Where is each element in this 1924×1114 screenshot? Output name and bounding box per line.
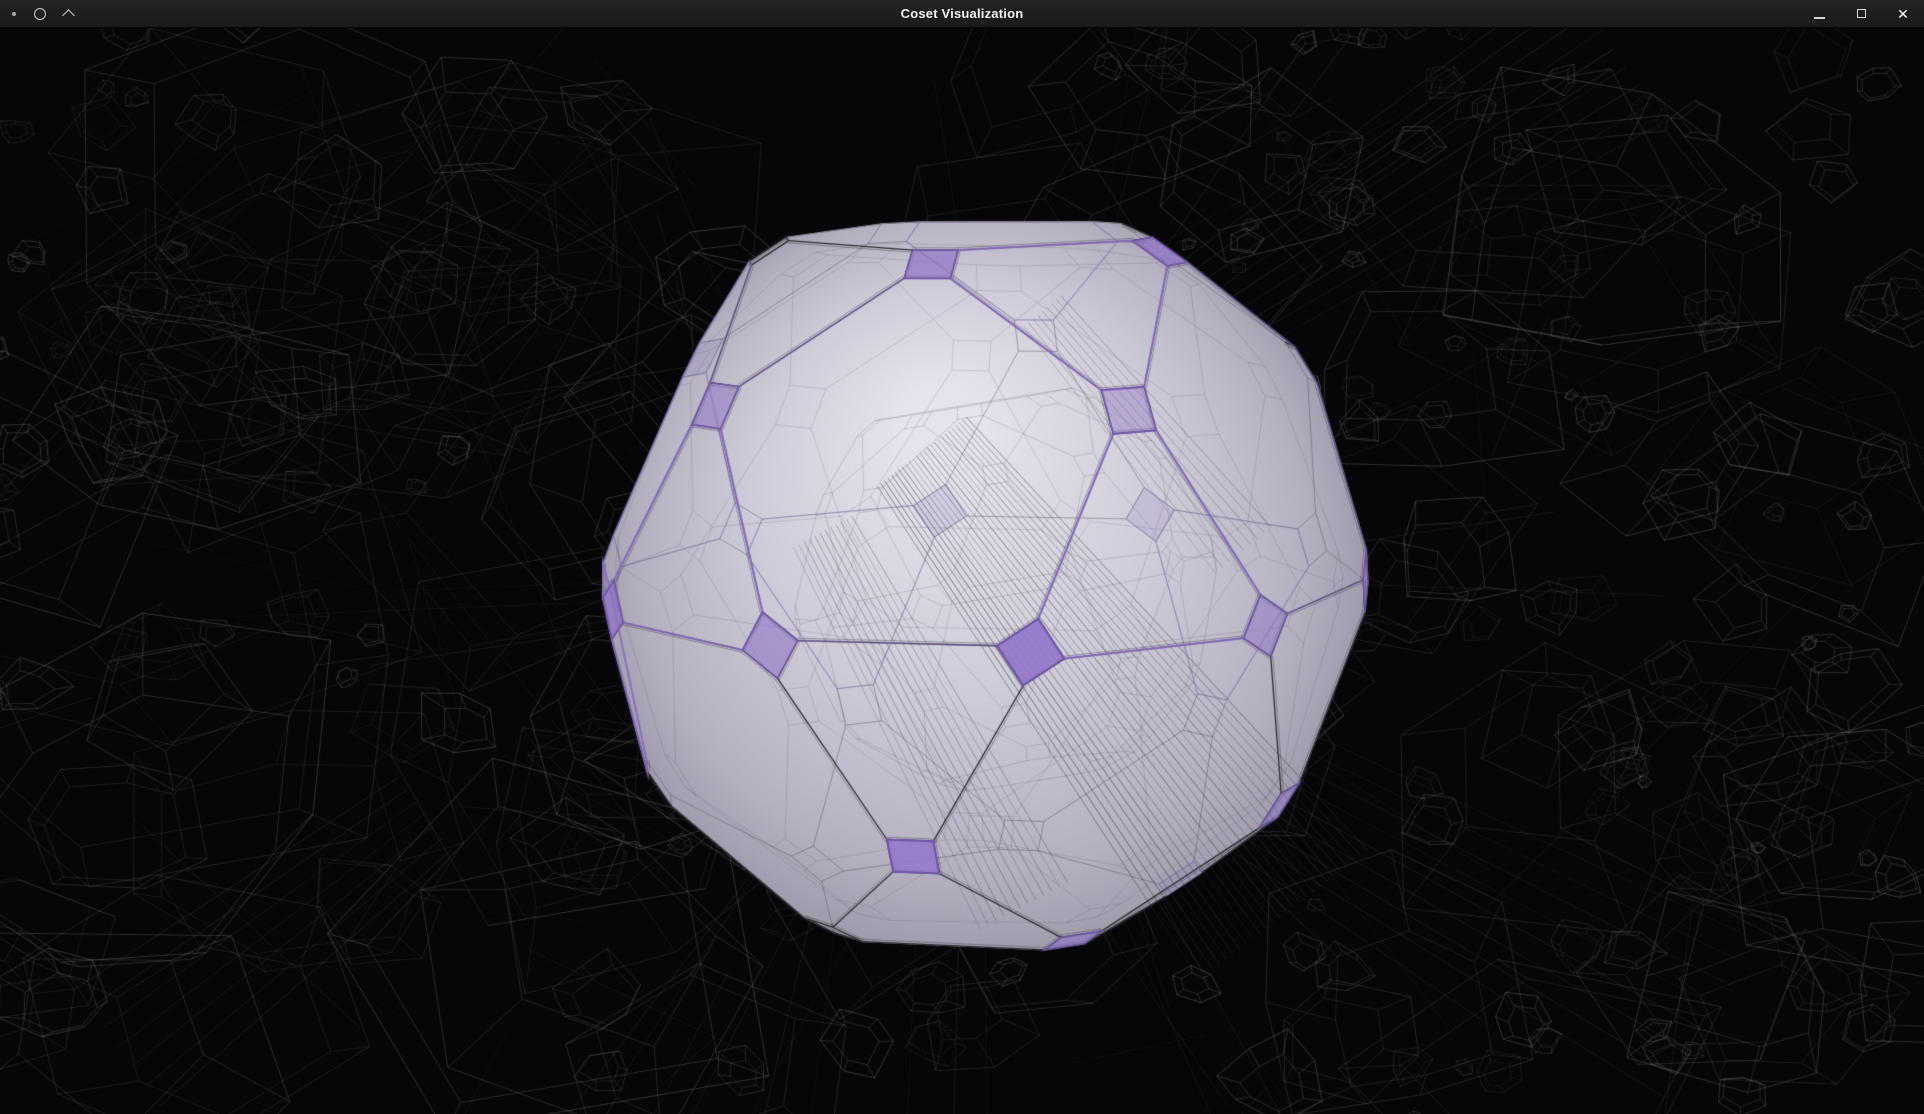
app-dot-icon	[12, 12, 16, 16]
window-title: Coset Visualization	[0, 6, 1924, 21]
circle-icon[interactable]	[34, 8, 46, 20]
app-window: Coset Visualization ✕	[0, 0, 1924, 1114]
maximize-button[interactable]	[1852, 5, 1870, 23]
viewport[interactable]	[0, 28, 1924, 1114]
close-button[interactable]: ✕	[1894, 5, 1912, 23]
titlebar[interactable]: Coset Visualization ✕	[0, 0, 1924, 28]
minimize-button[interactable]	[1810, 5, 1828, 23]
visualization-canvas[interactable]	[0, 28, 1924, 1114]
caret-up-icon[interactable]	[62, 9, 75, 22]
